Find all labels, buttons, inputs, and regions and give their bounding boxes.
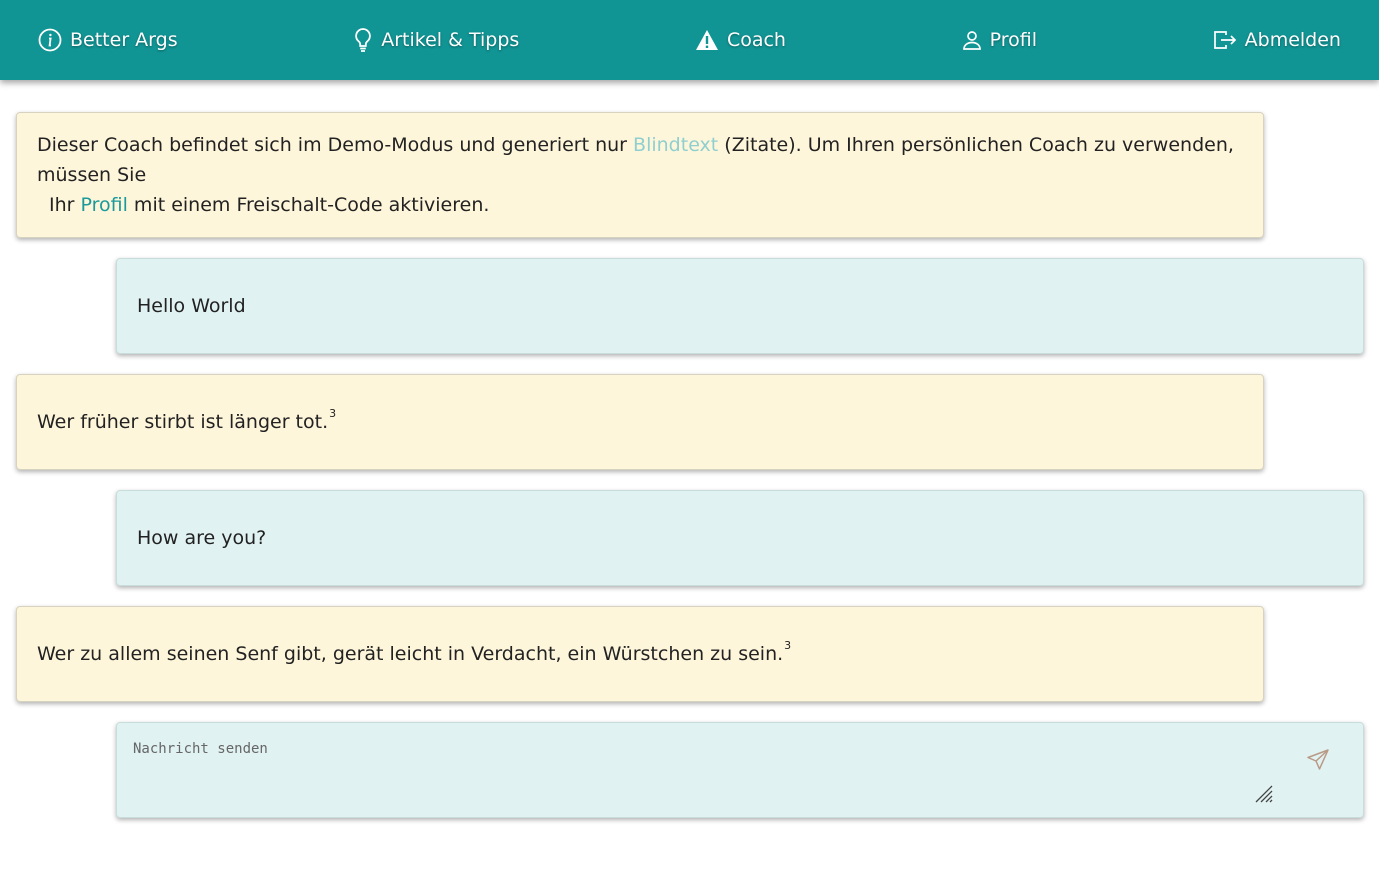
demo-text-part: Ihr bbox=[49, 194, 81, 216]
nav-articles[interactable]: Artikel & Tipps bbox=[353, 27, 519, 53]
person-icon bbox=[962, 31, 981, 50]
user-message: How are you? bbox=[116, 490, 1364, 586]
nav-brand[interactable]: Better Args bbox=[38, 28, 178, 52]
logout-icon bbox=[1213, 31, 1236, 49]
info-circle-icon bbox=[38, 28, 62, 52]
warning-triangle-icon bbox=[695, 30, 718, 50]
nav-profile-label: Profil bbox=[989, 29, 1037, 51]
demo-text-part: mit einem Freischalt-Code aktivieren. bbox=[127, 194, 490, 216]
nav-articles-label: Artikel & Tipps bbox=[381, 29, 520, 51]
nav-profile[interactable]: Profil bbox=[962, 29, 1037, 51]
top-navbar: Better Args Artikel & Tipps Coach Profil… bbox=[0, 0, 1379, 80]
coach-message: Wer früher stirbt ist länger tot.3 bbox=[16, 374, 1264, 470]
demo-notice-text: Dieser Coach befindet sich im Demo-Modus… bbox=[37, 130, 1243, 220]
demo-notice: Dieser Coach befindet sich im Demo-Modus… bbox=[16, 112, 1264, 238]
message-input[interactable] bbox=[133, 741, 1283, 807]
message-body: Wer zu allem seinen Senf gibt, gerät lei… bbox=[37, 643, 784, 665]
nav-logout-label: Abmelden bbox=[1244, 29, 1341, 51]
citation-marker: 3 bbox=[784, 639, 792, 652]
nav-coach[interactable]: Coach bbox=[695, 29, 786, 51]
message-text: How are you? bbox=[137, 527, 267, 549]
citation-marker: 3 bbox=[329, 407, 337, 420]
demo-text-part: Dieser Coach befindet sich im Demo-Modus… bbox=[37, 134, 634, 156]
nav-brand-label: Better Args bbox=[70, 29, 178, 51]
resize-handle-icon[interactable] bbox=[1255, 785, 1273, 803]
send-icon[interactable] bbox=[1307, 749, 1329, 771]
blindtext-link[interactable]: Blindtext bbox=[633, 134, 718, 156]
message-composer bbox=[116, 722, 1364, 818]
profile-link[interactable]: Profil bbox=[81, 194, 128, 216]
nav-logout[interactable]: Abmelden bbox=[1213, 29, 1341, 51]
coach-message: Wer zu allem seinen Senf gibt, gerät lei… bbox=[16, 606, 1264, 702]
message-text: Hello World bbox=[137, 295, 246, 317]
lightbulb-icon bbox=[355, 28, 372, 52]
message-text: Wer früher stirbt ist länger tot.3 bbox=[37, 407, 336, 433]
message-body: Wer früher stirbt ist länger tot. bbox=[37, 411, 329, 433]
user-message: Hello World bbox=[116, 258, 1364, 354]
nav-coach-label: Coach bbox=[726, 29, 786, 51]
message-text: Wer zu allem seinen Senf gibt, gerät lei… bbox=[37, 639, 791, 665]
